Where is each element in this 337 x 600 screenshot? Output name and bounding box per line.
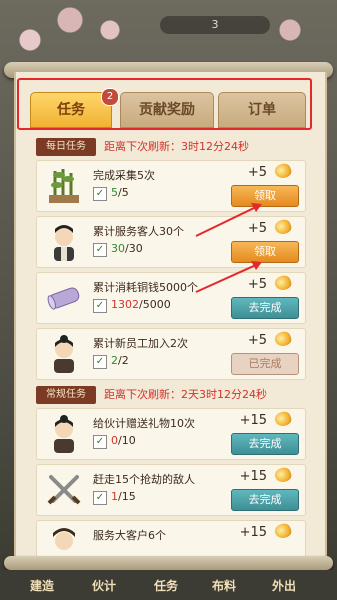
gold-coin-icon <box>273 161 293 181</box>
reward-amount: +5 <box>247 221 267 236</box>
staff-character-icon <box>43 333 85 375</box>
checkbox-icon: ✓ <box>93 435 107 449</box>
regular-section-header: 常规任务 距离下次刷新：2天3时12分24秒 <box>36 386 267 404</box>
go-complete-button[interactable]: 去完成 <box>231 489 299 511</box>
task-progress: 5/5 <box>111 186 129 199</box>
reward-amount: +15 <box>239 469 267 484</box>
daily-tag: 每日任务 <box>36 138 96 156</box>
task-title: 累计消耗铜钱5000个 <box>93 281 198 294</box>
task-progress: 1302/5000 <box>111 298 171 311</box>
claim-button[interactable]: 领取 <box>231 241 299 263</box>
reward-amount: +5 <box>247 277 267 292</box>
task-title: 累计服务客人30个 <box>93 225 184 238</box>
regular-tag: 常规任务 <box>36 386 96 404</box>
task-card: 累计消耗铜钱5000个 ✓ 1302/5000 +5 去完成 <box>36 272 306 324</box>
gold-coin-icon <box>273 465 293 485</box>
daily-section-header: 每日任务 距离下次刷新：3时12分24秒 <box>36 138 249 156</box>
bottom-nav: 建造 伙计 任务 布料 外出 <box>0 570 337 600</box>
task-title: 给伙计赠送礼物10次 <box>93 417 195 430</box>
reward-amount: +5 <box>247 165 267 180</box>
nav-fabric[interactable]: 布料 <box>212 577 236 594</box>
go-complete-button[interactable]: 去完成 <box>231 297 299 319</box>
nav-go-out[interactable]: 外出 <box>272 577 296 594</box>
gold-coin-icon <box>273 409 293 429</box>
progress-total: /5 <box>118 186 129 199</box>
task-progress: 1/15 <box>111 490 136 503</box>
bamboo-icon <box>43 165 85 207</box>
nav-staff[interactable]: 伙计 <box>92 577 116 594</box>
task-card: 累计服务客人30个 ✓ 30/30 +5 领取 <box>36 216 306 268</box>
progress-current: 1 <box>111 490 118 503</box>
gold-coin-icon <box>273 521 293 541</box>
task-card: 给伙计赠送礼物10次 ✓ 0/10 +15 去完成 <box>36 408 306 460</box>
task-title: 累计新员工加入2次 <box>93 337 188 350</box>
progress-total: /15 <box>118 490 136 503</box>
daily-refresh-timer: 距离下次刷新：3时12分24秒 <box>104 140 249 153</box>
task-card: 累计新员工加入2次 ✓ 2/2 +5 已完成 <box>36 328 306 380</box>
reward-amount: +15 <box>239 525 267 540</box>
reward-amount: +15 <box>239 413 267 428</box>
task-progress: 30/30 <box>111 242 143 255</box>
staff-character-icon <box>43 413 85 455</box>
waiter-character-icon <box>43 221 85 263</box>
checkbox-icon: ✓ <box>93 187 107 201</box>
task-card: 完成采集5次 ✓ 5/5 +5 领取 <box>36 160 306 212</box>
task-progress: 0/10 <box>111 434 136 447</box>
top-counter: 3 <box>160 16 270 34</box>
checkbox-icon: ✓ <box>93 243 107 257</box>
checkbox-icon: ✓ <box>93 299 107 313</box>
copper-coin-roll-icon <box>43 277 85 319</box>
task-title: 服务大客户6个 <box>93 529 166 542</box>
task-title: 完成采集5次 <box>93 169 155 182</box>
completed-button[interactable]: 已完成 <box>231 353 299 375</box>
crossed-swords-icon <box>43 469 85 511</box>
progress-total: /30 <box>125 242 143 255</box>
scroll-roller-bottom <box>4 556 333 570</box>
regular-refresh-timer: 距离下次刷新：2天3时12分24秒 <box>104 388 267 401</box>
task-card: 赶走15个抢劫的敌人 ✓ 1/15 +15 去完成 <box>36 464 306 516</box>
progress-current: 30 <box>111 242 125 255</box>
progress-total: /2 <box>118 354 129 367</box>
counter-text: 3 <box>211 18 219 31</box>
gold-coin-icon <box>273 217 293 237</box>
checkbox-icon: ✓ <box>93 491 107 505</box>
claim-button[interactable]: 领取 <box>231 185 299 207</box>
progress-current: 1302 <box>111 298 139 311</box>
gold-coin-icon <box>273 273 293 293</box>
progress-current: 2 <box>111 354 118 367</box>
task-progress: 2/2 <box>111 354 129 367</box>
checkbox-icon: ✓ <box>93 355 107 369</box>
task-card: 服务大客户6个 +15 <box>36 520 306 558</box>
go-complete-button[interactable]: 去完成 <box>231 433 299 455</box>
task-title: 赶走15个抢劫的敌人 <box>93 473 195 486</box>
gold-coin-icon <box>273 329 293 349</box>
reward-amount: +5 <box>247 333 267 348</box>
progress-current: 5 <box>111 186 118 199</box>
nav-tasks[interactable]: 任务 <box>154 577 178 594</box>
progress-current: 0 <box>111 434 118 447</box>
nav-build[interactable]: 建造 <box>30 577 54 594</box>
progress-total: /10 <box>118 434 136 447</box>
customer-character-icon <box>43 525 85 557</box>
tabs-highlight-frame <box>17 78 312 130</box>
progress-total: /5000 <box>139 298 171 311</box>
